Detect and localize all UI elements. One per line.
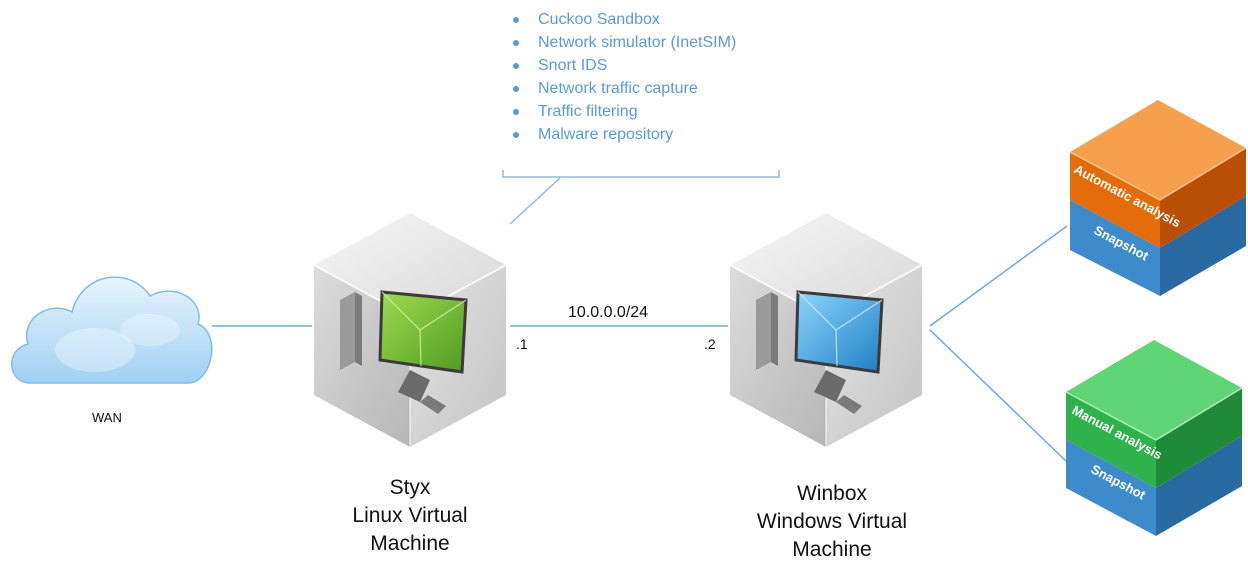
styx-vm-icon bbox=[313, 213, 507, 447]
subnet-label: 10.0.0.0/24 bbox=[568, 304, 649, 321]
styx-screen bbox=[378, 290, 468, 374]
winbox-desc-line1: Windows Virtual bbox=[756, 510, 908, 533]
manual-analysis-stack bbox=[1065, 340, 1243, 536]
feature-item: Network simulator (InetSIM) bbox=[512, 31, 736, 54]
styx-caption: Styx Linux Virtual Machine bbox=[310, 474, 510, 558]
bracket-pointer-line bbox=[509, 177, 561, 225]
manual-analysis-link-line bbox=[929, 329, 1068, 463]
winbox-desc-line2: Machine bbox=[792, 538, 872, 561]
styx-name: Styx bbox=[389, 476, 431, 499]
styx-desc-line2: Machine bbox=[370, 532, 450, 555]
winbox-caption: Winbox Windows Virtual Machine bbox=[724, 480, 940, 564]
winbox-ip-label: .2 bbox=[704, 336, 716, 352]
feature-item: Traffic filtering bbox=[512, 100, 736, 123]
auto-analysis-link-line bbox=[929, 225, 1068, 327]
feature-item: Network traffic capture bbox=[512, 77, 736, 100]
winbox-name: Winbox bbox=[796, 482, 868, 505]
feature-bracket bbox=[502, 170, 780, 178]
styx-desc-line1: Linux Virtual bbox=[352, 504, 468, 527]
winbox-vm-icon bbox=[729, 213, 923, 447]
wan-label: WAN bbox=[92, 410, 122, 425]
wan-cloud-icon bbox=[10, 276, 213, 384]
styx-ip-label: .1 bbox=[516, 336, 528, 352]
feature-list: Cuckoo Sandbox Network simulator (InetSI… bbox=[512, 8, 736, 146]
auto-analysis-stack bbox=[1069, 100, 1247, 296]
feature-item: Snort IDS bbox=[512, 54, 736, 77]
feature-item: Cuckoo Sandbox bbox=[512, 8, 736, 31]
feature-item: Malware repository bbox=[512, 123, 736, 146]
winbox-screen bbox=[794, 290, 884, 374]
